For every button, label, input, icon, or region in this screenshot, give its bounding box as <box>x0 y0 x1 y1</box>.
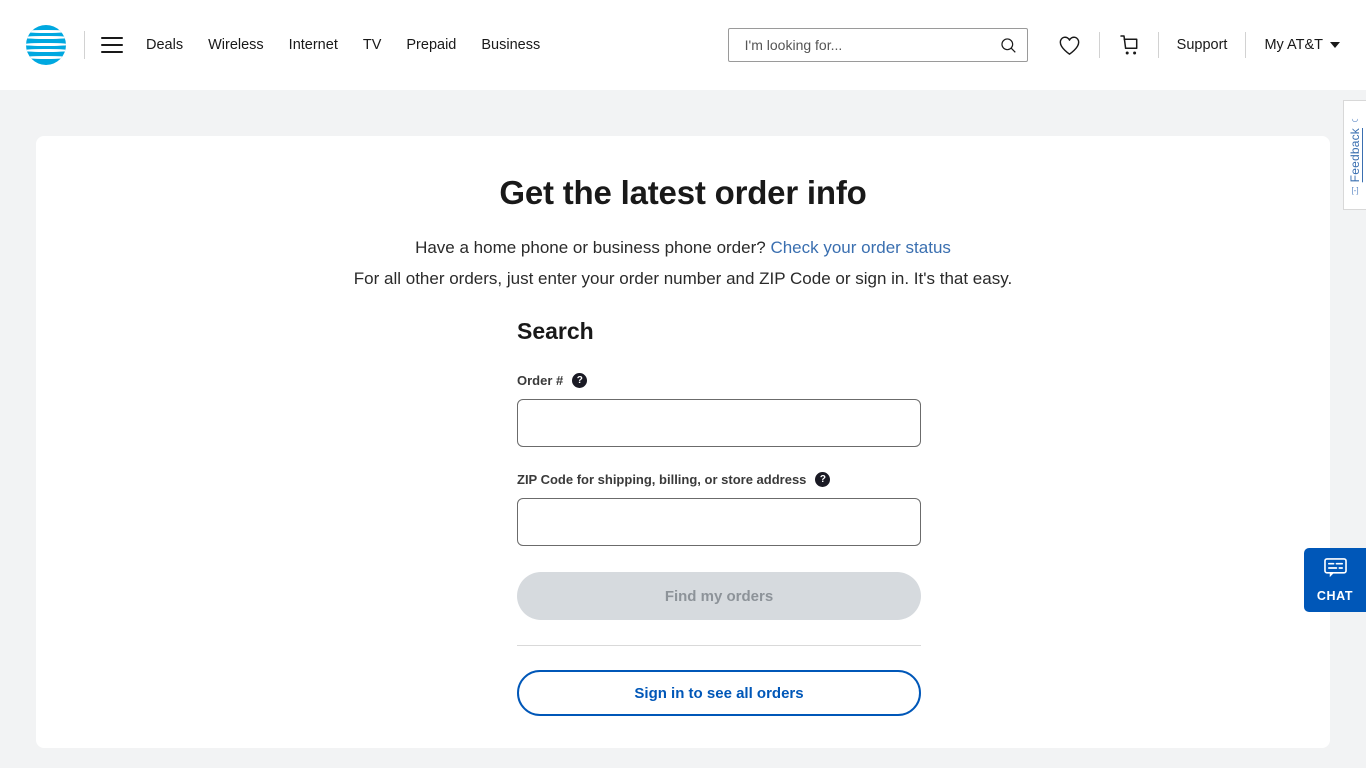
other-orders-text: For all other orders, just enter your or… <box>353 269 1013 288</box>
check-order-status-link[interactable]: Check your order status <box>770 238 950 257</box>
search-heading: Search <box>517 318 594 344</box>
order-status-card: Get the latest order info Have a home ph… <box>36 136 1330 748</box>
nav-item-business[interactable]: Business <box>481 37 540 53</box>
zip-code-input[interactable] <box>517 498 921 546</box>
my-att-label: My AT&T <box>1264 37 1323 53</box>
header-divider-2 <box>1098 32 1100 58</box>
nav-item-deals[interactable]: Deals <box>146 37 183 53</box>
chevron-down-icon <box>1330 42 1340 48</box>
home-phone-order-text: Have a home phone or business phone orde… <box>415 238 771 257</box>
header-left-group: Deals Wireless Internet TV Prepaid Busin… <box>26 25 540 65</box>
att-globe-logo[interactable] <box>26 25 66 65</box>
header-divider-4 <box>1245 32 1247 58</box>
feedback-tab[interactable]: ◡ Feedback [-] <box>1343 100 1366 210</box>
order-number-label-text: Order # <box>517 373 564 388</box>
form-divider <box>517 645 921 646</box>
header-divider-3 <box>1157 32 1159 58</box>
my-att-account-menu[interactable]: My AT&T <box>1264 37 1340 53</box>
sign-in-to-see-all-orders-button[interactable]: Sign in to see all orders <box>517 670 921 716</box>
page-title: Get the latest order info <box>499 174 867 211</box>
header-right-group: Support My AT&T <box>727 0 1366 90</box>
site-header: Deals Wireless Internet TV Prepaid Busin… <box>0 0 1366 90</box>
nav-item-prepaid[interactable]: Prepaid <box>406 37 456 53</box>
nav-item-tv[interactable]: TV <box>363 37 382 53</box>
support-link[interactable]: Support <box>1177 37 1228 53</box>
order-number-label: Order # ? <box>517 373 921 388</box>
order-number-help-icon[interactable]: ? <box>572 373 588 388</box>
header-divider <box>84 31 85 59</box>
chat-widget[interactable]: CHAT <box>1304 548 1366 612</box>
nav-item-internet[interactable]: Internet <box>289 37 338 53</box>
home-phone-order-line: Have a home phone or business phone orde… <box>36 238 1330 258</box>
find-my-orders-button[interactable]: Find my orders <box>517 572 921 620</box>
zip-code-label-text: ZIP Code for shipping, billing, or store… <box>517 472 807 487</box>
order-search-form: Search Order # ? ZIP Code for shipping, … <box>517 318 921 716</box>
feedback-expand-icon: [-] <box>1351 186 1359 196</box>
zip-code-help-icon[interactable]: ? <box>815 472 831 487</box>
chat-bubble-icon <box>1323 557 1348 584</box>
shopping-cart-icon[interactable] <box>1118 34 1140 57</box>
primary-nav: Deals Wireless Internet TV Prepaid Busin… <box>146 37 540 53</box>
feedback-label: Feedback <box>1348 127 1362 183</box>
zip-code-label: ZIP Code for shipping, billing, or store… <box>517 472 921 487</box>
wishlist-heart-icon[interactable] <box>1058 35 1081 56</box>
search-input[interactable] <box>742 36 1000 54</box>
chat-label: CHAT <box>1316 589 1354 603</box>
hamburger-menu-icon[interactable] <box>101 37 123 53</box>
header-search[interactable] <box>727 28 1028 62</box>
feedback-resize-icon: ◡ <box>1351 113 1359 123</box>
search-icon[interactable] <box>1000 37 1017 54</box>
nav-item-wireless[interactable]: Wireless <box>208 37 264 53</box>
order-number-input[interactable] <box>517 399 921 447</box>
